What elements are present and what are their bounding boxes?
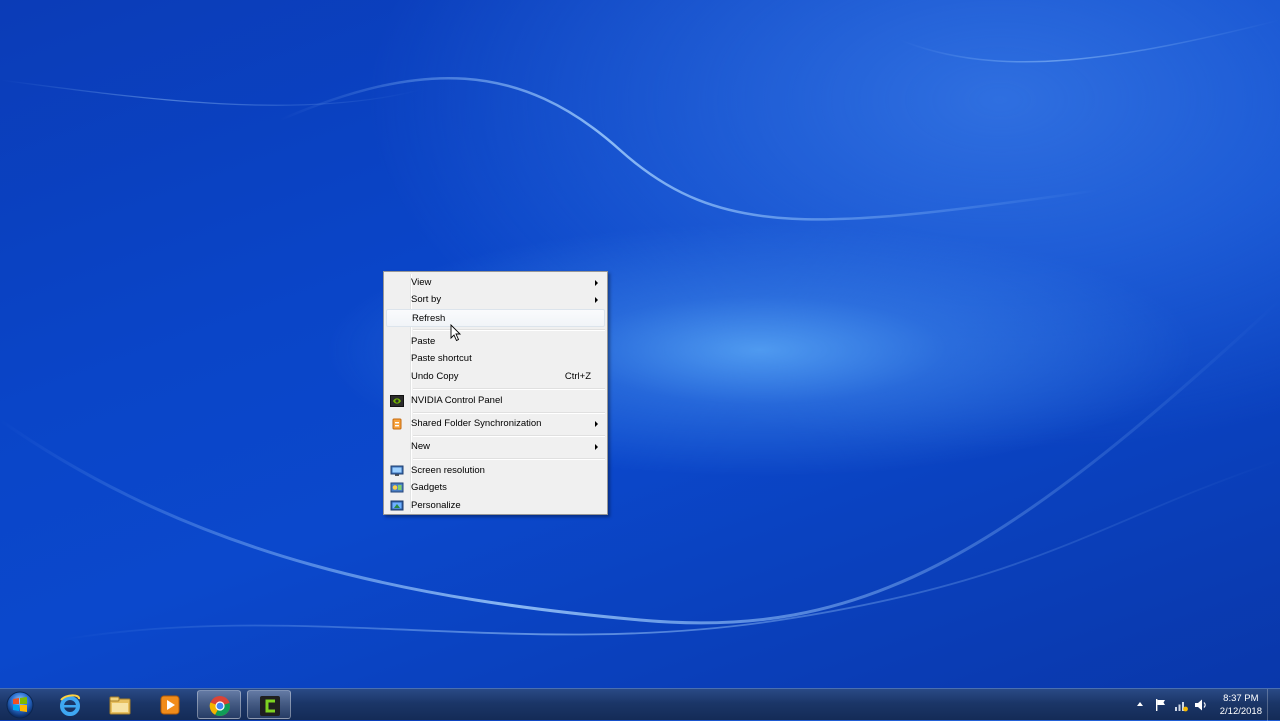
show-desktop-button[interactable]	[1267, 689, 1280, 721]
submenu-arrow-icon	[595, 444, 598, 450]
menu-item-label: Shared Folder Synchronization	[411, 418, 542, 429]
menu-separator	[413, 329, 605, 331]
menu-item-label: New	[411, 441, 431, 452]
menu-separator	[413, 412, 605, 414]
menu-item-refresh[interactable]: Refresh	[386, 309, 605, 327]
menu-separator	[413, 435, 605, 437]
taskbar-chrome[interactable]	[197, 690, 241, 719]
menu-separator	[413, 388, 605, 390]
menu-item-view[interactable]: View	[386, 274, 605, 292]
camtasia-icon	[260, 696, 280, 716]
taskbar-windows-explorer[interactable]	[98, 690, 142, 719]
desktop-background[interactable]	[0, 0, 1280, 688]
chrome-icon	[209, 696, 230, 717]
menu-item-label: Gadgets	[411, 482, 447, 493]
windows-explorer-icon	[109, 696, 131, 715]
menu-item-screen-resolution[interactable]: Screen resolution	[386, 462, 605, 480]
media-player-icon	[160, 695, 180, 715]
gadgets-icon	[390, 482, 404, 493]
clock-time: 8:37 PM	[1223, 693, 1259, 704]
taskbar-clock[interactable]: 8:37 PM 2/12/2018	[1220, 692, 1262, 718]
internet-explorer-icon	[60, 694, 80, 716]
menu-item-paste[interactable]: Paste	[386, 333, 605, 351]
volume-icon[interactable]	[1194, 698, 1208, 712]
action-center-flag-icon[interactable]	[1154, 698, 1168, 712]
clock-date: 2/12/2018	[1219, 706, 1262, 717]
menu-item-label: Sort by	[411, 294, 442, 305]
menu-item-label: Undo Copy	[411, 371, 459, 382]
screen-resolution-icon	[390, 465, 404, 476]
menu-item-label: NVIDIA Control Panel	[411, 395, 503, 406]
menu-item-label: Paste	[411, 336, 436, 347]
mouse-cursor-icon	[450, 324, 462, 342]
menu-item-personalize[interactable]: Personalize	[386, 497, 605, 515]
menu-item-nvidia-control-panel[interactable]: NVIDIA Control Panel	[386, 392, 605, 410]
taskbar-camtasia[interactable]	[247, 690, 291, 719]
desktop-context-menu: View Sort by Refresh Paste Paste shortcu…	[383, 271, 608, 515]
taskbar-internet-explorer[interactable]	[48, 690, 92, 719]
show-hidden-icons-icon[interactable]	[1136, 701, 1144, 707]
menu-item-label: View	[411, 277, 432, 288]
network-icon[interactable]	[1174, 698, 1188, 712]
wallpaper-streaks	[0, 19, 1280, 641]
menu-item-undo-copy[interactable]: Undo Copy Ctrl+Z	[386, 368, 605, 386]
start-button-windows-icon[interactable]	[4, 690, 36, 720]
menu-item-label: Screen resolution	[411, 465, 485, 476]
menu-item-shortcut: Ctrl+Z	[564, 371, 591, 382]
menu-item-label: Refresh	[412, 313, 446, 324]
taskbar-media-player[interactable]	[148, 690, 192, 719]
submenu-arrow-icon	[595, 297, 598, 303]
system-tray: 8:37 PM 2/12/2018	[1120, 689, 1280, 721]
menu-item-paste-shortcut[interactable]: Paste shortcut	[386, 350, 605, 368]
submenu-arrow-icon	[595, 421, 598, 427]
menu-item-label: Paste shortcut	[411, 353, 472, 364]
taskbar: 8:37 PM 2/12/2018	[0, 688, 1280, 721]
menu-item-label: Personalize	[411, 500, 461, 511]
menu-item-new[interactable]: New	[386, 438, 605, 456]
personalize-icon	[390, 500, 404, 511]
nvidia-icon	[390, 395, 404, 407]
menu-item-sort-by[interactable]: Sort by	[386, 291, 605, 309]
submenu-arrow-icon	[595, 280, 598, 286]
menu-item-gadgets[interactable]: Gadgets	[386, 479, 605, 497]
menu-item-shared-folder-synchronization[interactable]: Shared Folder Synchronization	[386, 415, 605, 433]
shared-folder-sync-icon	[392, 418, 402, 430]
menu-separator	[413, 458, 605, 460]
